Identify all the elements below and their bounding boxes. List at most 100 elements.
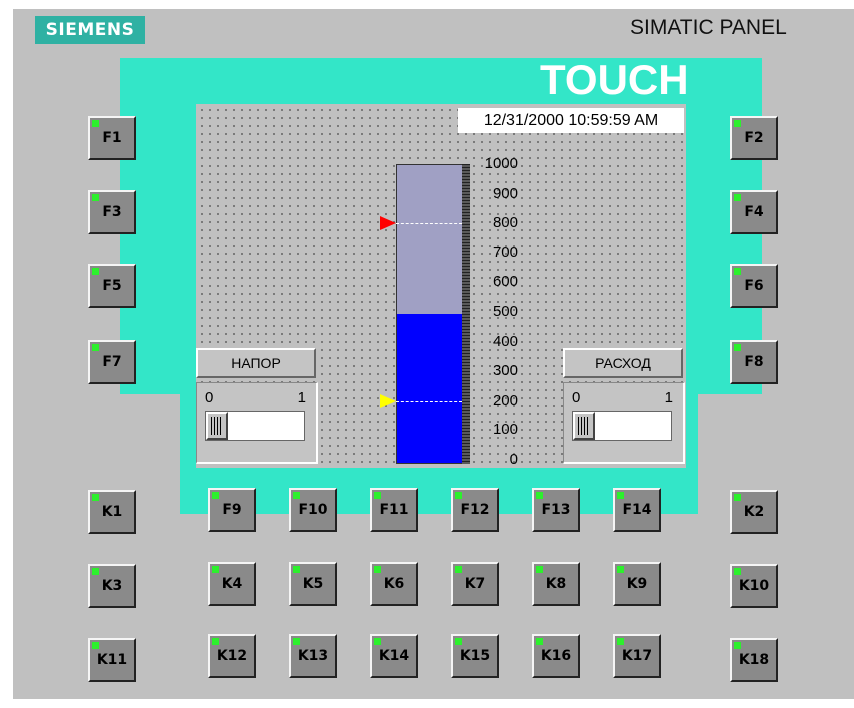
key-led xyxy=(536,492,543,499)
rashod-button[interactable]: РАСХОД xyxy=(563,348,683,378)
key-F13[interactable]: F13 xyxy=(532,488,580,532)
key-F10[interactable]: F10 xyxy=(289,488,337,532)
level-bar-fill xyxy=(397,314,463,463)
key-led xyxy=(734,268,741,275)
key-K16[interactable]: K16 xyxy=(532,634,580,678)
slider-max-label: 1 xyxy=(297,389,306,406)
key-led xyxy=(92,194,99,201)
key-K5[interactable]: K5 xyxy=(289,562,337,606)
key-led xyxy=(293,566,300,573)
key-K1[interactable]: K1 xyxy=(88,490,136,534)
touch-label: TOUCH xyxy=(540,56,689,103)
key-led xyxy=(536,566,543,573)
key-led xyxy=(212,638,219,645)
key-led xyxy=(734,344,741,351)
key-F4[interactable]: F4 xyxy=(730,190,778,234)
key-led xyxy=(734,568,741,575)
level-bar-gauge xyxy=(396,164,464,464)
key-led xyxy=(92,494,99,501)
key-led xyxy=(293,492,300,499)
key-K13[interactable]: K13 xyxy=(289,634,337,678)
key-led xyxy=(92,120,99,127)
key-led xyxy=(617,492,624,499)
gauge-scale-ruler xyxy=(462,164,470,464)
key-led xyxy=(455,566,462,573)
key-K9[interactable]: K9 xyxy=(613,562,661,606)
napor-button[interactable]: НАПОР xyxy=(196,348,316,378)
slider-min-label: 0 xyxy=(572,389,581,406)
gauge-scale-tick: 500 xyxy=(492,303,518,320)
key-K10[interactable]: K10 xyxy=(730,564,778,608)
gauge-scale-tick: 300 xyxy=(492,362,518,380)
datetime-display: 12/31/2000 10:59:59 AM xyxy=(458,108,684,133)
key-led xyxy=(617,638,624,645)
key-F5[interactable]: F5 xyxy=(88,264,136,308)
key-K17[interactable]: K17 xyxy=(613,634,661,678)
napor-slider-panel: 0 1 xyxy=(196,382,318,464)
key-F1[interactable]: F1 xyxy=(88,116,136,160)
control-rashod: РАСХОД 0 1 xyxy=(563,348,685,466)
key-led xyxy=(374,566,381,573)
napor-slider-thumb[interactable] xyxy=(206,412,228,440)
control-napor: НАПОР 0 1 xyxy=(196,348,318,466)
gauge-scale-tick: 200 xyxy=(492,391,518,409)
key-F7[interactable]: F7 xyxy=(88,340,136,384)
gauge-scale-tick: 1000 xyxy=(484,155,518,172)
upper-marker-line xyxy=(396,223,462,225)
lower-marker-icon xyxy=(380,393,396,408)
key-led xyxy=(293,638,300,645)
key-F14[interactable]: F14 xyxy=(613,488,661,532)
upper-marker-icon xyxy=(380,216,396,231)
key-K18[interactable]: K18 xyxy=(730,638,778,682)
rashod-slider-panel: 0 1 xyxy=(563,382,685,464)
key-F3[interactable]: F3 xyxy=(88,190,136,234)
rashod-slider-track[interactable] xyxy=(572,411,672,441)
key-led xyxy=(734,494,741,501)
key-led xyxy=(455,492,462,499)
key-led xyxy=(455,638,462,645)
key-K8[interactable]: K8 xyxy=(532,562,580,606)
key-F12[interactable]: F12 xyxy=(451,488,499,532)
slider-min-label: 0 xyxy=(205,389,214,406)
key-led xyxy=(212,566,219,573)
key-led xyxy=(734,194,741,201)
key-K6[interactable]: K6 xyxy=(370,562,418,606)
key-K15[interactable]: K15 xyxy=(451,634,499,678)
key-led xyxy=(536,638,543,645)
key-F8[interactable]: F8 xyxy=(730,340,778,384)
lower-marker-line xyxy=(396,400,462,402)
gauge-scale-tick: 400 xyxy=(492,332,518,350)
key-K4[interactable]: K4 xyxy=(208,562,256,606)
key-led xyxy=(374,492,381,499)
key-K11[interactable]: K11 xyxy=(88,638,136,682)
key-K12[interactable]: K12 xyxy=(208,634,256,678)
rashod-slider-thumb[interactable] xyxy=(573,412,595,440)
hmi-panel: SIEMENS SIMATIC PANEL TOUCH 12/31/2000 1… xyxy=(0,0,854,708)
key-K7[interactable]: K7 xyxy=(451,562,499,606)
key-led xyxy=(92,344,99,351)
key-K14[interactable]: K14 xyxy=(370,634,418,678)
key-K2[interactable]: K2 xyxy=(730,490,778,534)
key-F2[interactable]: F2 xyxy=(730,116,778,160)
gauge-scale-tick: 700 xyxy=(492,243,518,261)
key-led xyxy=(212,492,219,499)
key-F9[interactable]: F9 xyxy=(208,488,256,532)
panel-model-title: SIMATIC PANEL xyxy=(630,16,787,39)
key-F11[interactable]: F11 xyxy=(370,488,418,532)
key-led xyxy=(734,642,741,649)
napor-slider-track[interactable] xyxy=(205,411,305,441)
key-led xyxy=(617,566,624,573)
gauge-scale-tick: 900 xyxy=(492,184,518,202)
siemens-logo: SIEMENS xyxy=(35,16,145,44)
key-led xyxy=(374,638,381,645)
gauge-scale-tick: 0 xyxy=(509,451,518,468)
gauge-scale-tick: 100 xyxy=(492,421,518,439)
key-F6[interactable]: F6 xyxy=(730,264,778,308)
key-led xyxy=(92,568,99,575)
key-led xyxy=(92,642,99,649)
gauge-scale-tick: 800 xyxy=(492,214,518,232)
key-K3[interactable]: K3 xyxy=(88,564,136,608)
gauge-scale-tick: 600 xyxy=(492,273,518,291)
slider-max-label: 1 xyxy=(664,389,673,406)
key-led xyxy=(734,120,741,127)
